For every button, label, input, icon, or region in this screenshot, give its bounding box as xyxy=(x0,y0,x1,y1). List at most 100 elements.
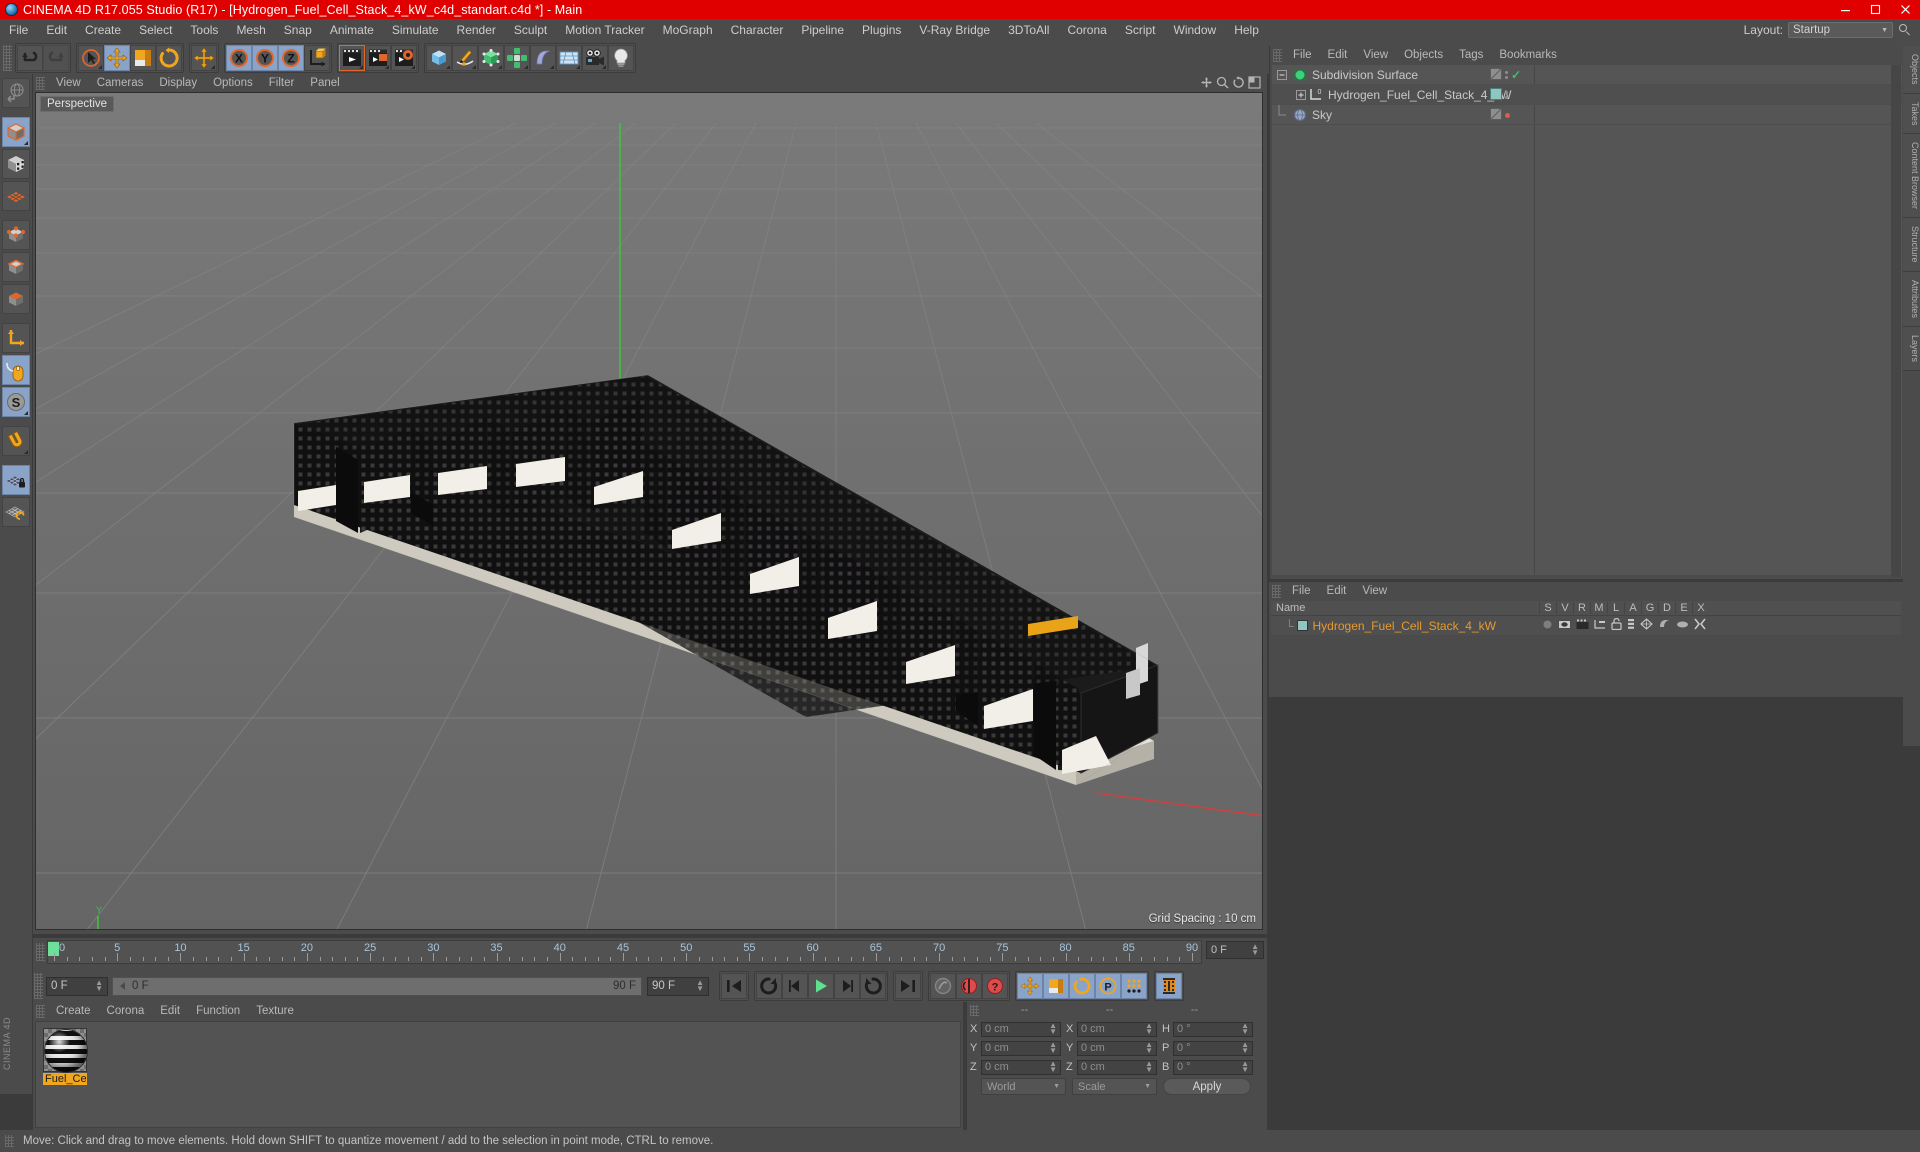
layer-header-r[interactable]: R xyxy=(1573,602,1590,614)
animation-toggle-icon[interactable] xyxy=(1627,618,1635,633)
add-scene-object-button[interactable] xyxy=(556,44,582,71)
dynamic-place-tool[interactable] xyxy=(191,44,217,71)
render-toggle-icon[interactable] xyxy=(1576,619,1589,633)
rotate-tool[interactable] xyxy=(156,44,182,71)
zoom-icon[interactable] xyxy=(1216,76,1229,89)
objmgr-menu-bookmarks[interactable]: Bookmarks xyxy=(1491,46,1565,64)
record-scale-button[interactable] xyxy=(1043,973,1069,999)
stepper-icon[interactable]: ▲ ▼ xyxy=(1241,1040,1249,1054)
coordinate-system-select[interactable]: World ▼ xyxy=(981,1078,1066,1095)
timeline-filmstrip-button[interactable] xyxy=(1156,973,1182,999)
lock-toggle-icon[interactable] xyxy=(1611,617,1622,633)
layer-header-s[interactable]: S xyxy=(1539,602,1556,614)
menu-item-3dtoall[interactable]: 3DToAll xyxy=(999,19,1058,41)
stepper-icon[interactable]: ▲ ▼ xyxy=(95,978,103,992)
object-row-sky[interactable]: Sky xyxy=(1272,104,1902,125)
stepper-icon[interactable]: ▲ ▼ xyxy=(1145,1021,1153,1035)
matmgr-menu-texture[interactable]: Texture xyxy=(248,1002,302,1020)
layer-header-d[interactable]: D xyxy=(1658,602,1675,614)
objmgr-menu-view[interactable]: View xyxy=(1355,46,1396,64)
layout-select[interactable]: Startup ▼ xyxy=(1788,22,1893,38)
material-manager-grip[interactable] xyxy=(36,1004,45,1018)
maximize-button[interactable] xyxy=(1860,0,1890,19)
size-mode-select[interactable]: Scale ▼ xyxy=(1072,1078,1157,1095)
timeline-ruler[interactable]: 0 5 10 15 20 25 30 35 40 45 50 55 60 65 70 75 80 85 90 xyxy=(47,940,1202,964)
world-object-coordinate-button[interactable] xyxy=(304,44,330,71)
expand-toggle-subdivision-surface[interactable] xyxy=(1272,69,1292,80)
layer-header-a[interactable]: A xyxy=(1624,602,1641,614)
tab-attributes[interactable]: Attributes xyxy=(1903,271,1920,327)
menu-item-vray-bridge[interactable]: V-Ray Bridge xyxy=(910,19,999,41)
matmgr-menu-edit[interactable]: Edit xyxy=(152,1002,188,1020)
render-tag-icon[interactable] xyxy=(1490,107,1502,123)
axis-mode-button[interactable] xyxy=(2,323,30,353)
stepper-icon[interactable]: ▲ ▼ xyxy=(1049,1040,1057,1054)
expand-toggle-hydrogen-fuel-cell-stack[interactable] xyxy=(1272,89,1308,100)
size-y-input[interactable]: 0 cm ▲ ▼ xyxy=(1077,1040,1157,1056)
lock-y-axis-button[interactable]: Y xyxy=(252,44,278,71)
layermgr-menu-file[interactable]: File xyxy=(1284,582,1319,600)
tab-structure[interactable]: Structure xyxy=(1903,218,1920,272)
viewport-menu-view[interactable]: View xyxy=(48,74,89,92)
add-mograph-button[interactable] xyxy=(504,44,530,71)
layer-header-m[interactable]: M xyxy=(1590,602,1607,614)
pos-y-input[interactable]: 0 cm ▲ ▼ xyxy=(981,1040,1061,1056)
menu-item-edit[interactable]: Edit xyxy=(37,19,76,41)
undo-button[interactable] xyxy=(17,44,43,71)
timeline-grip[interactable] xyxy=(36,943,45,961)
stepper-icon[interactable]: ▲ ▼ xyxy=(696,978,704,992)
maximize-viewport-icon[interactable] xyxy=(1248,76,1261,89)
menu-item-mesh[interactable]: Mesh xyxy=(227,19,274,41)
close-button[interactable] xyxy=(1890,0,1920,19)
pos-z-input[interactable]: 0 cm ▲ ▼ xyxy=(981,1059,1061,1075)
menu-item-help[interactable]: Help xyxy=(1225,19,1268,41)
menu-item-plugins[interactable]: Plugins xyxy=(853,19,910,41)
generator-toggle-icon[interactable] xyxy=(1640,618,1653,633)
view-toggle-icon[interactable] xyxy=(1558,619,1571,633)
viewport-solo-button[interactable] xyxy=(2,355,30,385)
menu-item-mograph[interactable]: MoGraph xyxy=(654,19,722,41)
play-forwards-loop-button[interactable] xyxy=(860,973,886,999)
render-settings-button[interactable] xyxy=(391,44,417,71)
rot-h-input[interactable]: 0 ° ▲ ▼ xyxy=(1173,1021,1253,1037)
expression-toggle-icon[interactable] xyxy=(1676,619,1689,633)
matmgr-menu-function[interactable]: Function xyxy=(188,1002,248,1020)
layer-manager-grip[interactable] xyxy=(1272,584,1281,598)
record-position-button[interactable] xyxy=(1017,973,1043,999)
viewport-menu-cameras[interactable]: Cameras xyxy=(89,74,152,92)
size-x-input[interactable]: 0 cm ▲ ▼ xyxy=(1077,1021,1157,1037)
record-active-objects-button[interactable] xyxy=(956,973,982,999)
stepper-icon[interactable]: ▲ ▼ xyxy=(1241,1059,1249,1073)
layer-header-g[interactable]: G xyxy=(1641,602,1658,614)
menu-item-render[interactable]: Render xyxy=(448,19,505,41)
keyframe-selection-button[interactable]: ? xyxy=(982,973,1008,999)
preview-end-input[interactable]: 90 F ▲ ▼ xyxy=(647,976,709,996)
menu-item-motion-tracker[interactable]: Motion Tracker xyxy=(556,19,653,41)
toolbar-grip[interactable] xyxy=(3,44,12,71)
snap-settings-button[interactable]: S xyxy=(2,387,30,417)
object-row-hydrogen-fuel-cell-stack[interactable]: 0 Hydrogen_Fuel_Cell_Stack_4_kW xyxy=(1272,85,1902,105)
texture-mode-button[interactable] xyxy=(2,149,30,179)
menu-item-file[interactable]: File xyxy=(0,19,37,41)
deformer-toggle-icon[interactable] xyxy=(1658,618,1671,633)
record-pla-button[interactable] xyxy=(1121,973,1147,999)
render-view-button[interactable] xyxy=(339,44,365,71)
menu-item-window[interactable]: Window xyxy=(1165,19,1226,41)
menu-item-script[interactable]: Script xyxy=(1116,19,1165,41)
menu-item-tools[interactable]: Tools xyxy=(181,19,227,41)
undo-view-button[interactable] xyxy=(2,78,30,108)
size-z-input[interactable]: 0 cm ▲ ▼ xyxy=(1077,1059,1157,1075)
tab-content-browser[interactable]: Content Browser xyxy=(1903,134,1920,219)
menu-item-character[interactable]: Character xyxy=(722,19,793,41)
rotate-icon[interactable] xyxy=(1232,76,1245,89)
render-to-picture-viewer-button[interactable] xyxy=(365,44,391,71)
record-parameter-button[interactable]: P xyxy=(1095,973,1121,999)
add-spline-button[interactable] xyxy=(452,44,478,71)
viewport-menu-filter[interactable]: Filter xyxy=(261,74,303,92)
layermgr-menu-edit[interactable]: Edit xyxy=(1319,582,1355,600)
preview-range-bar[interactable]: 0 F 90 F xyxy=(112,976,642,996)
add-camera-button[interactable] xyxy=(582,44,608,71)
rot-b-input[interactable]: 0 ° ▲ ▼ xyxy=(1173,1059,1253,1075)
stepper-icon[interactable]: ▲ ▼ xyxy=(1241,1021,1249,1035)
stepper-icon[interactable]: ▲ ▼ xyxy=(1049,1021,1057,1035)
